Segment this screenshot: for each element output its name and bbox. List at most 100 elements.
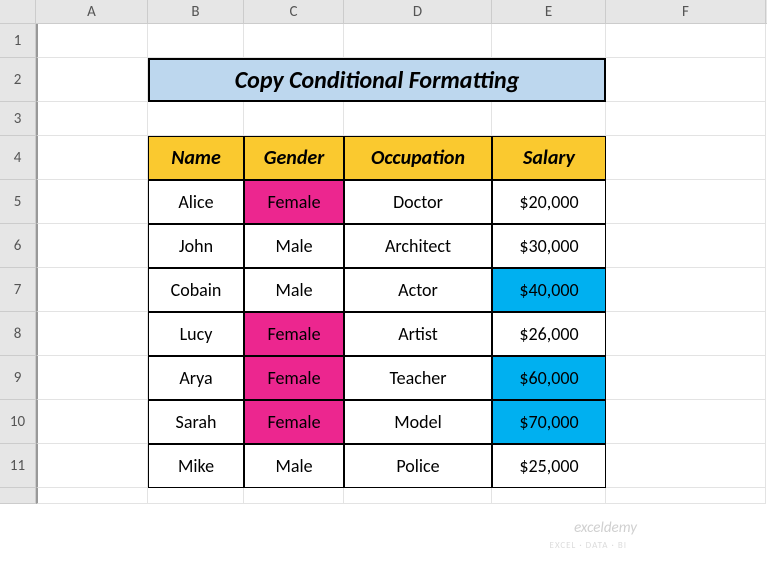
col-header-A[interactable]: A [36,0,148,23]
cell-A3[interactable] [36,102,148,136]
cell-salary[interactable]: $20,000 [492,180,606,224]
cell-A12[interactable] [36,488,148,504]
col-header-F[interactable]: F [606,0,766,23]
cell-A2[interactable] [36,58,148,102]
cell-E12[interactable] [492,488,606,504]
cell-B12[interactable] [148,488,244,504]
cell-A7[interactable] [36,268,148,312]
cell-F9[interactable] [606,356,766,400]
spreadsheet-grid: A B C D E F 1 2 Copy Conditional Formatt… [0,0,767,504]
cell-A1[interactable] [36,24,148,58]
row-header-5[interactable]: 5 [0,180,36,224]
cell-F11[interactable] [606,444,766,488]
cell-B3[interactable] [148,102,244,136]
cell-A10[interactable] [36,400,148,444]
cell-F8[interactable] [606,312,766,356]
cell-A8[interactable] [36,312,148,356]
cell-A5[interactable] [36,180,148,224]
table-row: 9 AryaFemaleTeacher$60,000 [0,356,767,400]
col-header-E[interactable]: E [492,0,606,23]
table-row: 10 SarahFemaleModel$70,000 [0,400,767,444]
cell-name[interactable]: Lucy [148,312,244,356]
cell-occupation[interactable]: Doctor [344,180,492,224]
cell-E1[interactable] [492,24,606,58]
row-header-7[interactable]: 7 [0,268,36,312]
cell-gender[interactable]: Male [244,268,344,312]
cell-gender[interactable]: Female [244,356,344,400]
row-header-3[interactable]: 3 [0,102,36,136]
row-header-10[interactable]: 10 [0,400,36,444]
row-2: 2 Copy Conditional Formatting [0,58,767,102]
cell-salary[interactable]: $25,000 [492,444,606,488]
header-occupation[interactable]: Occupation [344,136,492,180]
table-row: 5 AliceFemaleDoctor$20,000 [0,180,767,224]
cell-A4[interactable] [36,136,148,180]
col-header-C[interactable]: C [244,0,344,23]
select-all-corner[interactable] [0,0,36,23]
cell-C3[interactable] [244,102,344,136]
cell-B1[interactable] [148,24,244,58]
cell-C12[interactable] [244,488,344,504]
row-12 [0,488,767,504]
cell-occupation[interactable]: Police [344,444,492,488]
cell-occupation[interactable]: Model [344,400,492,444]
cell-F3[interactable] [606,102,766,136]
cell-occupation[interactable]: Actor [344,268,492,312]
cell-salary[interactable]: $70,000 [492,400,606,444]
cell-F5[interactable] [606,180,766,224]
cell-F10[interactable] [606,400,766,444]
cell-name[interactable]: John [148,224,244,268]
row-header-1[interactable]: 1 [0,24,36,58]
watermark-subtext: EXCEL · DATA · BI [550,540,627,551]
col-header-D[interactable]: D [344,0,492,23]
col-header-B[interactable]: B [148,0,244,23]
cell-salary[interactable]: $60,000 [492,356,606,400]
title-cell[interactable]: Copy Conditional Formatting [148,58,606,102]
cell-gender[interactable]: Male [244,444,344,488]
cell-gender[interactable]: Female [244,180,344,224]
cell-salary[interactable]: $26,000 [492,312,606,356]
row-3: 3 [0,102,767,136]
row-header-8[interactable]: 8 [0,312,36,356]
cell-F12[interactable] [606,488,766,504]
table-row: 8 LucyFemaleArtist$26,000 [0,312,767,356]
cell-D3[interactable] [344,102,492,136]
cell-occupation[interactable]: Artist [344,312,492,356]
cell-name[interactable]: Arya [148,356,244,400]
cell-F4[interactable] [606,136,766,180]
header-gender[interactable]: Gender [244,136,344,180]
row-header-6[interactable]: 6 [0,224,36,268]
cell-E3[interactable] [492,102,606,136]
row-header-11[interactable]: 11 [0,444,36,488]
cell-salary[interactable]: $40,000 [492,268,606,312]
table-row: 6 JohnMaleArchitect$30,000 [0,224,767,268]
cell-occupation[interactable]: Architect [344,224,492,268]
cell-F7[interactable] [606,268,766,312]
cell-name[interactable]: Mike [148,444,244,488]
cell-D12[interactable] [344,488,492,504]
cell-gender[interactable]: Male [244,224,344,268]
row-header-12[interactable] [0,488,36,504]
cell-D1[interactable] [344,24,492,58]
cell-C1[interactable] [244,24,344,58]
cell-A9[interactable] [36,356,148,400]
cell-A11[interactable] [36,444,148,488]
row-header-4[interactable]: 4 [0,136,36,180]
cell-F2[interactable] [606,58,766,102]
row-1: 1 [0,24,767,58]
cell-A6[interactable] [36,224,148,268]
row-header-2[interactable]: 2 [0,58,36,102]
cell-F6[interactable] [606,224,766,268]
cell-name[interactable]: Cobain [148,268,244,312]
row-header-9[interactable]: 9 [0,356,36,400]
header-salary[interactable]: Salary [492,136,606,180]
cell-name[interactable]: Sarah [148,400,244,444]
cell-salary[interactable]: $30,000 [492,224,606,268]
cell-name[interactable]: Alice [148,180,244,224]
cell-gender[interactable]: Female [244,312,344,356]
cell-occupation[interactable]: Teacher [344,356,492,400]
cell-F1[interactable] [606,24,766,58]
cell-gender[interactable]: Female [244,400,344,444]
header-name[interactable]: Name [148,136,244,180]
row-4: 4 Name Gender Occupation Salary [0,136,767,180]
